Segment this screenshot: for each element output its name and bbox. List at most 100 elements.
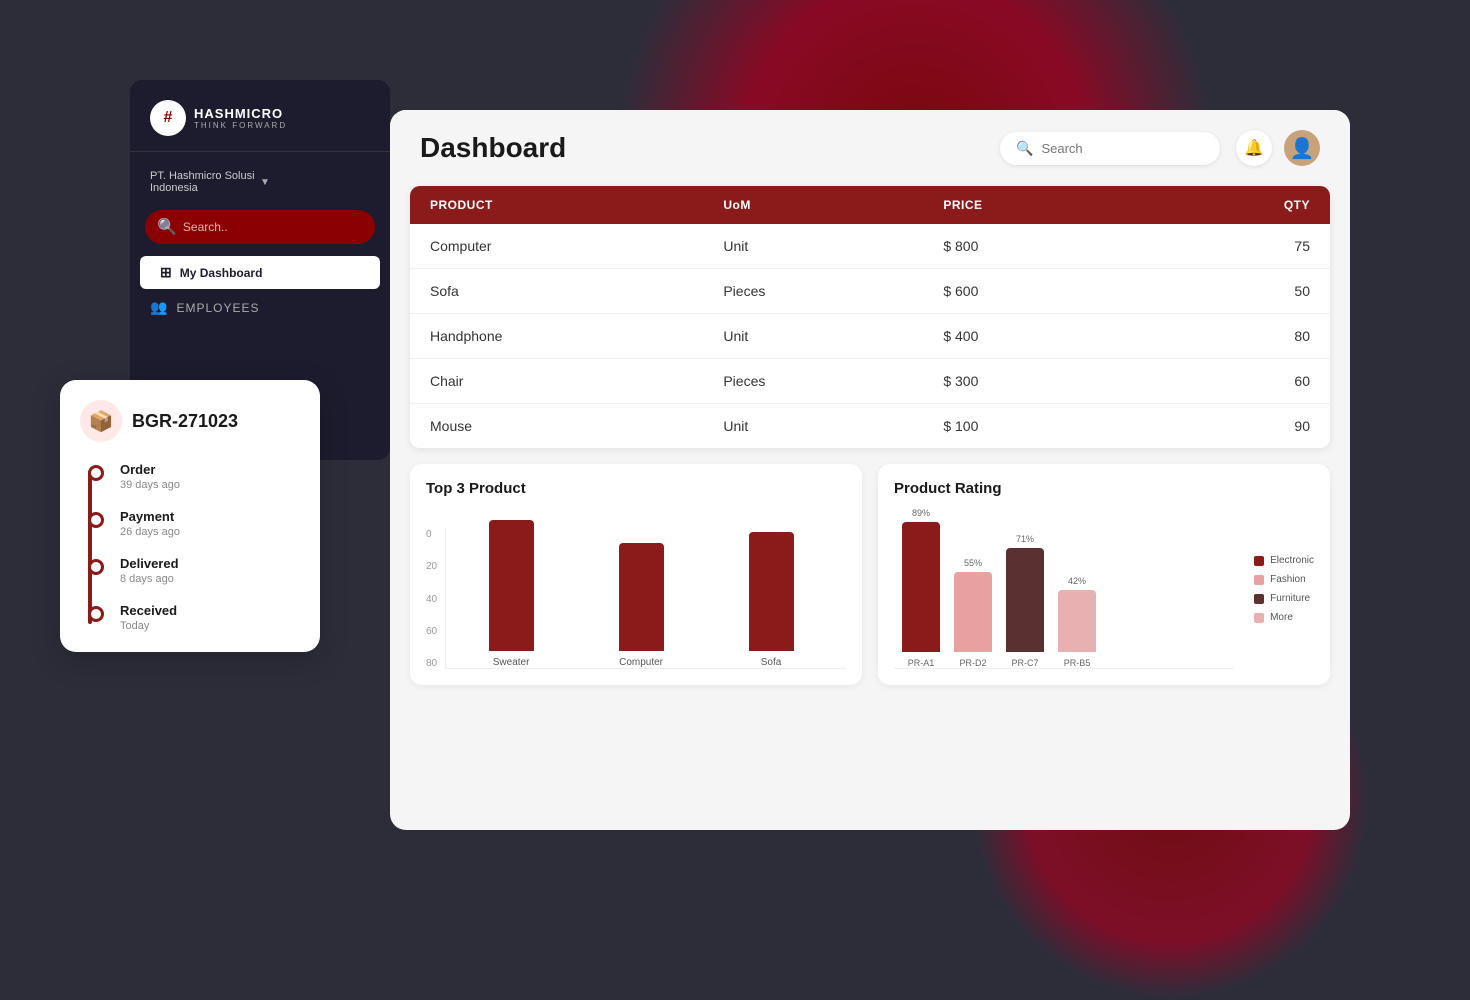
order-package-icon: 📦	[80, 400, 122, 442]
top3-chart-card: Top 3 Product 80 60 40 20 0 Sweater	[410, 464, 862, 685]
rating-chart-inner: 89% PR-A1 55% PR-D2 71% PR-C7	[894, 509, 1314, 669]
y-label: 40	[426, 594, 437, 605]
step-title-payment: Payment	[120, 509, 300, 524]
col-qty: QTY	[1163, 198, 1310, 212]
table-row: Chair Pieces $ 300 60	[410, 359, 1330, 404]
sidebar-logo: # HASHMICRO THINK FORWARD	[130, 100, 390, 152]
sidebar-item-employees-label: EMPLOYEES	[176, 301, 259, 315]
rating-bar-d2	[954, 572, 992, 652]
cell-product: Handphone	[430, 328, 723, 344]
order-card: 📦 BGR-271023 Order 39 days ago Payment 2…	[60, 380, 320, 652]
sidebar-search-icon: 🔍	[157, 217, 177, 237]
order-id: BGR-271023	[132, 411, 238, 432]
dashboard-header: Dashboard 🔍 🔔 👤	[390, 110, 1350, 186]
search-input[interactable]	[1041, 141, 1204, 156]
cell-qty: 50	[1163, 283, 1310, 299]
sidebar-item-dashboard[interactable]: ⊞ My Dashboard	[140, 256, 380, 289]
search-icon: 🔍	[1016, 140, 1033, 157]
timeline-dot-order	[88, 465, 104, 481]
bar-group-sweater: Sweater	[456, 520, 566, 668]
table-body: Computer Unit $ 800 75 Sofa Pieces $ 600…	[410, 224, 1330, 448]
legend-label-fashion: Fashion	[1270, 574, 1306, 585]
legend-item-furniture: Furniture	[1254, 593, 1314, 604]
avatar-image: 👤	[1290, 136, 1315, 161]
step-time-order: 39 days ago	[120, 479, 300, 491]
col-price: PRICE	[943, 198, 1163, 212]
step-title-order: Order	[120, 462, 300, 477]
step-time-payment: 26 days ago	[120, 526, 300, 538]
timeline-line	[88, 470, 92, 624]
rating-label-a1: PR-A1	[908, 658, 935, 668]
timeline-dot-received	[88, 606, 104, 622]
rating-bar-b5	[1058, 590, 1096, 652]
employees-icon: 👥	[150, 299, 168, 316]
y-label: 0	[426, 529, 437, 540]
step-time-delivered: 8 days ago	[120, 573, 300, 585]
cell-qty: 80	[1163, 328, 1310, 344]
legend-dot-furniture	[1254, 594, 1264, 604]
cell-price: $ 800	[943, 238, 1163, 254]
cell-price: $ 300	[943, 373, 1163, 389]
cell-uom: Unit	[723, 238, 943, 254]
company-selector[interactable]: PT. Hashmicro Solusi Indonesia ▼	[130, 164, 390, 200]
bar-label-sweater: Sweater	[493, 657, 530, 668]
logo-brand: HASHMICRO	[194, 106, 287, 121]
dashboard-icon: ⊞	[160, 264, 172, 281]
notification-button[interactable]: 🔔	[1236, 130, 1272, 166]
col-product: PRODUCT	[430, 198, 723, 212]
rating-pct-c7: 71%	[1016, 534, 1034, 544]
rating-bar-a1	[902, 522, 940, 652]
y-label: 80	[426, 658, 437, 669]
timeline-dot-delivered	[88, 559, 104, 575]
cell-qty: 60	[1163, 373, 1310, 389]
cell-product: Mouse	[430, 418, 723, 434]
cell-uom: Pieces	[723, 373, 943, 389]
bottom-section: Top 3 Product 80 60 40 20 0 Sweater	[410, 464, 1330, 685]
avatar[interactable]: 👤	[1284, 130, 1320, 166]
timeline-step-order: Order 39 days ago	[100, 462, 300, 491]
bar-label-sofa: Sofa	[761, 657, 782, 668]
rating-bar-c7	[1006, 548, 1044, 652]
company-name: PT. Hashmicro Solusi Indonesia	[150, 170, 260, 194]
table-row: Mouse Unit $ 100 90	[410, 404, 1330, 448]
rating-pct-d2: 55%	[964, 558, 982, 568]
cell-qty: 75	[1163, 238, 1310, 254]
legend-dot-fashion	[1254, 575, 1264, 585]
cell-product: Chair	[430, 373, 723, 389]
timeline-step-received: Received Today	[100, 603, 300, 632]
rating-bar-group-a1: 89% PR-A1	[902, 508, 940, 668]
main-panel: Dashboard 🔍 🔔 👤 PRODUCT UoM PRICE QTY Co…	[390, 110, 1350, 830]
step-title-received: Received	[120, 603, 300, 618]
company-arrow-icon: ▼	[260, 177, 370, 188]
rating-label-b5: PR-B5	[1064, 658, 1091, 668]
logo-text-block: HASHMICRO THINK FORWARD	[194, 106, 287, 130]
step-time-received: Today	[120, 620, 300, 632]
legend-label-more: More	[1270, 612, 1293, 623]
legend-dot-electronic	[1254, 556, 1264, 566]
header-search-box[interactable]: 🔍	[1000, 132, 1220, 165]
order-timeline: Order 39 days ago Payment 26 days ago De…	[80, 462, 300, 632]
rating-legend: Electronic Fashion Furniture More	[1246, 509, 1314, 669]
cell-product: Computer	[430, 238, 723, 254]
sidebar-search-box[interactable]: 🔍	[145, 210, 375, 244]
cell-price: $ 100	[943, 418, 1163, 434]
y-label: 20	[426, 561, 437, 572]
table-header: PRODUCT UoM PRICE QTY	[410, 186, 1330, 224]
rating-pct-a1: 89%	[912, 508, 930, 518]
logo-icon: #	[150, 100, 186, 136]
rating-chart-card: Product Rating 89% PR-A1 55% PR-D2	[878, 464, 1330, 685]
legend-item-electronic: Electronic	[1254, 555, 1314, 566]
cell-price: $ 600	[943, 283, 1163, 299]
bar-label-computer: Computer	[619, 657, 663, 668]
cell-qty: 90	[1163, 418, 1310, 434]
bar-group-sofa: Sofa	[716, 532, 826, 668]
sidebar-search-input[interactable]	[183, 220, 363, 234]
top3-bar-chart: 80 60 40 20 0 Sweater Computer	[426, 509, 846, 669]
y-axis: 80 60 40 20 0	[426, 529, 445, 669]
header-icons: 🔔 👤	[1236, 130, 1320, 166]
order-icon-glyph: 📦	[89, 409, 114, 434]
sidebar-item-employees[interactable]: 👥 EMPLOYEES	[130, 291, 390, 324]
rating-bars-area: 89% PR-A1 55% PR-D2 71% PR-C7	[894, 509, 1234, 669]
cell-uom: Unit	[723, 418, 943, 434]
legend-item-more: More	[1254, 612, 1314, 623]
